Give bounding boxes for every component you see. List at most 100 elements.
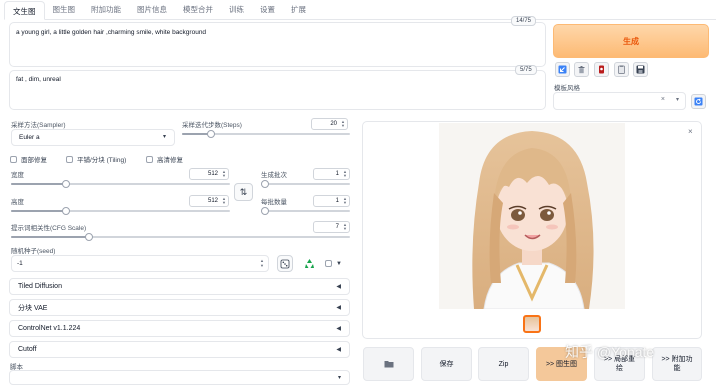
- cfg-value: 7: [335, 224, 339, 230]
- accordion-cutoff-label: Cutoff: [18, 346, 37, 353]
- swap-arrows-icon: ⇅: [239, 186, 248, 197]
- seed-spinner-icon[interactable]: ▲ ▼: [260, 258, 264, 268]
- read-params-button[interactable]: [555, 62, 570, 77]
- tab-merge[interactable]: 模型合并: [175, 0, 221, 19]
- extra-seed-checkbox[interactable]: ▼: [325, 260, 342, 267]
- tiling-box[interactable]: [66, 155, 73, 163]
- generate-button[interactable]: 生成: [553, 24, 709, 58]
- steps-slider-thumb[interactable]: [207, 130, 215, 138]
- face-restore-label: 面部修复: [21, 157, 47, 164]
- swap-dimensions-button[interactable]: ⇅: [234, 183, 253, 201]
- batch-count-label: 生成批次: [261, 172, 287, 179]
- height-slider-thumb[interactable]: [62, 207, 70, 215]
- batch-count-slider-thumb[interactable]: [261, 180, 269, 188]
- generated-image[interactable]: [439, 123, 625, 309]
- hires-fix-checkbox[interactable]: 高清修复: [146, 154, 183, 164]
- cfg-input[interactable]: 7 ▲ ▼: [313, 221, 350, 233]
- send-to-extras-button[interactable]: >> 附加功 能: [652, 347, 702, 381]
- cfg-slider[interactable]: [11, 233, 350, 241]
- refresh-icon: [694, 97, 703, 106]
- steps-label: 采样迭代步数(Steps): [182, 122, 242, 129]
- zip-button[interactable]: Zip: [478, 347, 529, 381]
- cfg-spinner-icon[interactable]: ▲ ▼: [343, 223, 347, 231]
- arrow-down-left-icon: [558, 65, 567, 74]
- gallery-thumbnail[interactable]: [523, 315, 541, 333]
- triangle-left-icon: ◀: [336, 347, 341, 353]
- tab-txt2img[interactable]: 文生图: [4, 1, 45, 20]
- width-spinner-icon[interactable]: ▲ ▼: [222, 170, 226, 178]
- width-slider[interactable]: [11, 180, 230, 188]
- steps-slider[interactable]: [182, 130, 350, 138]
- hires-fix-box[interactable]: [146, 155, 153, 163]
- tab-settings[interactable]: 设置: [252, 0, 283, 19]
- accordion-tiled-diffusion[interactable]: Tiled Diffusion ◀: [9, 278, 350, 295]
- save-button[interactable]: 保存: [421, 347, 472, 381]
- batch-size-slider[interactable]: [261, 207, 350, 215]
- height-input[interactable]: 512 ▲ ▼: [189, 195, 229, 207]
- style-chevron-down-icon: ▾: [675, 97, 679, 103]
- sampler-select[interactable]: Euler a ▾: [11, 129, 175, 146]
- height-value: 512: [207, 198, 218, 204]
- script-select[interactable]: ▾: [9, 370, 350, 385]
- open-folder-button[interactable]: [363, 347, 414, 381]
- cfg-slider-fill: [11, 236, 89, 238]
- style-clear-icon[interactable]: ×: [661, 96, 665, 103]
- height-spinner-icon[interactable]: ▲ ▼: [222, 197, 226, 205]
- watermark: 知乎 @Yonate: [565, 344, 655, 360]
- face-restore-box[interactable]: [10, 155, 17, 163]
- close-icon[interactable]: ×: [688, 127, 693, 136]
- negative-prompt-input[interactable]: [9, 70, 546, 110]
- tiling-checkbox[interactable]: 平铺/分块 (Tiling): [66, 154, 126, 164]
- floppy-disk-icon: [636, 65, 645, 74]
- tab-train[interactable]: 训练: [221, 0, 252, 19]
- height-slider-fill: [11, 210, 66, 212]
- folder-icon: [384, 361, 393, 368]
- batch-size-spinner-icon[interactable]: ▲ ▼: [343, 197, 347, 205]
- random-seed-button[interactable]: [277, 255, 293, 272]
- width-input[interactable]: 512 ▲ ▼: [189, 168, 229, 180]
- accordion-tiled-vae-label: 分块 VAE: [18, 304, 48, 312]
- apply-style-button[interactable]: [614, 62, 629, 77]
- accordion-tiled-vae[interactable]: 分块 VAE ◀: [9, 299, 350, 316]
- cfg-slider-thumb[interactable]: [85, 233, 93, 241]
- triangle-left-icon: ◀: [336, 305, 341, 311]
- sampler-label: 采样方法(Sampler): [11, 122, 66, 129]
- seed-input[interactable]: -1 ▲ ▼: [11, 255, 269, 272]
- batch-count-spinner-icon[interactable]: ▲ ▼: [343, 170, 347, 178]
- steps-spinner-icon[interactable]: ▲ ▼: [341, 120, 345, 128]
- negative-prompt-text: fat , dim, unreal: [16, 76, 61, 83]
- accordion-cutoff[interactable]: Cutoff ◀: [9, 341, 350, 358]
- extra-seed-box[interactable]: [325, 260, 332, 267]
- steps-input[interactable]: 20 ▲ ▼: [311, 118, 348, 130]
- seed-value: -1: [17, 260, 23, 267]
- send-to-inpaint-label-2: 绘: [616, 365, 623, 372]
- tab-png-info[interactable]: 图片信息: [129, 0, 175, 19]
- prompt-text: a young girl, a little golden hair ,char…: [16, 29, 207, 36]
- batch-size-input[interactable]: 1 ▲ ▼: [313, 195, 350, 207]
- width-slider-thumb[interactable]: [62, 180, 70, 188]
- tab-extras[interactable]: 附加功能: [83, 0, 129, 19]
- clear-prompt-button[interactable]: [574, 62, 589, 77]
- seed-label: 随机种子(seed): [11, 248, 56, 255]
- prompt-token-counter: 14/75: [511, 16, 537, 26]
- reuse-seed-button[interactable]: [300, 255, 318, 272]
- height-label: 高度: [11, 199, 24, 206]
- refresh-styles-button[interactable]: [691, 94, 706, 109]
- save-style-button[interactable]: [633, 62, 648, 77]
- tab-img2img[interactable]: 图生图: [45, 0, 84, 19]
- tiling-label: 平铺/分块 (Tiling): [77, 157, 127, 164]
- send-to-extras-label-1: >> 附加功: [661, 356, 693, 363]
- extra-networks-button[interactable]: [594, 62, 609, 77]
- style-label: 模板风格: [554, 85, 580, 92]
- tab-extensions[interactable]: 扩展: [283, 0, 314, 19]
- accordion-controlnet[interactable]: ControlNet v1.1.224 ◀: [9, 320, 350, 337]
- style-select[interactable]: × ▾: [553, 92, 686, 110]
- width-slider-fill: [11, 183, 66, 185]
- accordion-tiled-diffusion-label: Tiled Diffusion: [18, 283, 62, 290]
- height-slider[interactable]: [11, 207, 230, 215]
- face-restore-checkbox[interactable]: 面部修复: [10, 154, 47, 164]
- batch-count-slider[interactable]: [261, 180, 350, 188]
- batch-size-slider-thumb[interactable]: [261, 207, 269, 215]
- dice-icon: [280, 259, 290, 268]
- batch-count-input[interactable]: 1 ▲ ▼: [313, 168, 350, 180]
